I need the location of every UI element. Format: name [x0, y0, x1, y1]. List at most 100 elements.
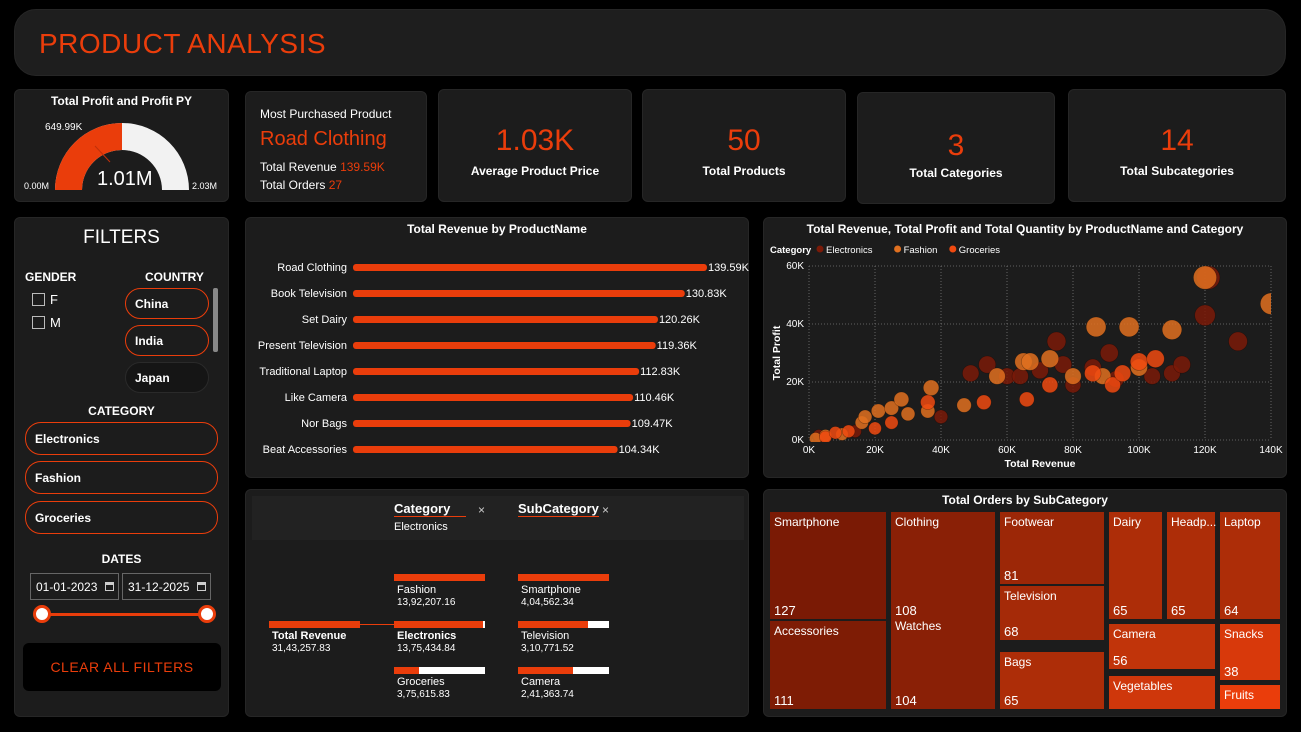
treemap-tile[interactable]: Watches 104 — [891, 616, 995, 709]
scatter-point[interactable] — [1099, 343, 1119, 363]
bar[interactable] — [353, 368, 640, 375]
level2-node[interactable] — [518, 574, 609, 581]
page-title: PRODUCT ANALYSIS — [39, 28, 327, 59]
scatter-point[interactable] — [1146, 349, 1165, 368]
treemap-tile[interactable]: Camera 56 — [1109, 624, 1215, 669]
subcategory-level-close[interactable]: × — [602, 503, 609, 517]
bar[interactable] — [353, 394, 634, 401]
scatter-point[interactable] — [956, 397, 972, 413]
legend-item[interactable]: Groceries — [959, 245, 1000, 256]
calendar-icon[interactable] — [197, 582, 206, 591]
scatter-point[interactable] — [1193, 265, 1217, 290]
bar[interactable] — [353, 446, 618, 453]
scatter-point[interactable] — [868, 421, 882, 436]
scatter-point[interactable] — [933, 409, 949, 424]
date-slider-end-handle[interactable] — [198, 605, 216, 623]
date-slider-start-handle[interactable] — [33, 605, 51, 623]
scatter-point[interactable] — [1084, 364, 1102, 382]
gender-checkbox-m[interactable] — [32, 316, 45, 329]
scatter-point[interactable] — [1260, 292, 1281, 315]
scatter-point[interactable] — [988, 367, 1006, 385]
level2-node[interactable] — [518, 667, 609, 674]
kpi-label: Total Subcategories — [1120, 164, 1234, 178]
scatter-point[interactable] — [841, 424, 856, 438]
date-start-input[interactable]: 01-01-2023 — [30, 573, 119, 600]
scatter-point[interactable] — [1064, 367, 1082, 385]
scatter-point[interactable] — [1161, 319, 1183, 340]
treemap-tile[interactable]: Footwear 81 — [1000, 512, 1104, 584]
treemap-tile[interactable]: Accessories 111 — [770, 621, 886, 709]
scatter-point[interactable] — [1040, 349, 1060, 368]
country-scrollbar[interactable] — [213, 288, 218, 352]
clear-all-filters-button[interactable]: CLEAR ALL FILTERS — [23, 643, 221, 691]
x-tick-label: 140K — [1259, 445, 1283, 456]
level1-node[interactable] — [394, 574, 485, 581]
scatter-point[interactable] — [1041, 376, 1059, 394]
scatter-point[interactable] — [1085, 316, 1107, 338]
bar[interactable] — [353, 290, 685, 297]
scatter-point[interactable] — [828, 426, 842, 440]
kpi-value: 3 — [947, 129, 965, 162]
scatter-point[interactable] — [900, 406, 916, 422]
treemap-tile[interactable]: Fruits — [1220, 685, 1280, 709]
treemap-tile[interactable]: Laptop 64 — [1220, 512, 1280, 619]
calendar-icon[interactable] — [105, 582, 114, 591]
scatter-point[interactable] — [1019, 391, 1035, 408]
root-node-bar[interactable] — [269, 621, 360, 628]
treemap-tile[interactable]: Bags 65 — [1000, 652, 1104, 709]
category-option-groceries[interactable]: Groceries — [25, 501, 218, 534]
bar[interactable] — [353, 264, 707, 271]
scatter-point[interactable] — [1172, 355, 1191, 374]
treemap-tile-name: Clothing — [895, 515, 940, 529]
treemap-tile-value: 65 — [1171, 603, 1186, 618]
treemap-tile[interactable]: Vegetables — [1109, 676, 1215, 709]
scatter-point[interactable] — [1113, 364, 1132, 382]
treemap-tile-value: 65 — [1004, 693, 1019, 708]
category-option-electronics[interactable]: Electronics — [25, 422, 218, 455]
treemap-tile[interactable]: Dairy 65 — [1109, 512, 1162, 619]
scatter-point[interactable] — [962, 364, 980, 382]
level2-node[interactable] — [518, 621, 609, 628]
scatter-point[interactable] — [920, 394, 936, 410]
country-option-japan[interactable]: Japan — [125, 362, 209, 393]
scatter-point[interactable] — [857, 409, 873, 424]
country-option-india[interactable]: India — [125, 325, 209, 356]
scatter-point[interactable] — [1118, 316, 1140, 338]
gender-option-m: M — [50, 315, 61, 330]
level1-node[interactable] — [394, 667, 485, 674]
treemap-tile-name: Camera — [1113, 627, 1156, 641]
bar[interactable] — [353, 316, 658, 323]
date-slider-track[interactable] — [42, 613, 208, 616]
treemap-tile[interactable]: Snacks 38 — [1220, 624, 1280, 680]
scatter-point[interactable] — [1129, 352, 1148, 371]
category-level-header[interactable]: Category — [394, 501, 467, 517]
gender-checkbox-f[interactable] — [32, 293, 45, 306]
category-option-fashion[interactable]: Fashion — [25, 461, 218, 494]
scatter-point[interactable] — [1021, 352, 1040, 371]
scatter-point[interactable] — [1194, 304, 1216, 326]
level2-node-value: 4,04,562.34 — [521, 597, 574, 608]
scatter-point[interactable] — [1228, 331, 1248, 352]
scatter-point[interactable] — [1046, 331, 1067, 352]
treemap-tile[interactable]: Television 68 — [1000, 586, 1104, 640]
bar[interactable] — [353, 342, 656, 349]
level1-node[interactable] — [394, 621, 485, 628]
subcategory-level-header[interactable]: SubCategory — [518, 501, 599, 517]
category-level-close[interactable]: × — [478, 503, 485, 517]
level1-node-name: Groceries — [397, 676, 445, 688]
legend-item[interactable]: Fashion — [904, 245, 938, 256]
bar[interactable] — [353, 420, 631, 427]
scatter-point[interactable] — [976, 394, 992, 410]
scatter-point[interactable] — [923, 379, 940, 396]
treemap-tile[interactable]: Smartphone 127 — [770, 512, 886, 619]
treemap-tile[interactable]: Headp... 65 — [1167, 512, 1216, 619]
legend-item[interactable]: Electronics — [826, 245, 873, 256]
level1-node-fill — [394, 667, 419, 674]
treemap-tile[interactable]: Clothing 108 — [891, 512, 995, 619]
scatter-point[interactable] — [1011, 367, 1029, 385]
scatter-point[interactable] — [893, 391, 910, 408]
scatter-point[interactable] — [884, 415, 899, 430]
country-option-china[interactable]: China — [125, 288, 209, 319]
scatter-point[interactable] — [871, 403, 886, 419]
date-end-input[interactable]: 31-12-2025 — [122, 573, 211, 600]
